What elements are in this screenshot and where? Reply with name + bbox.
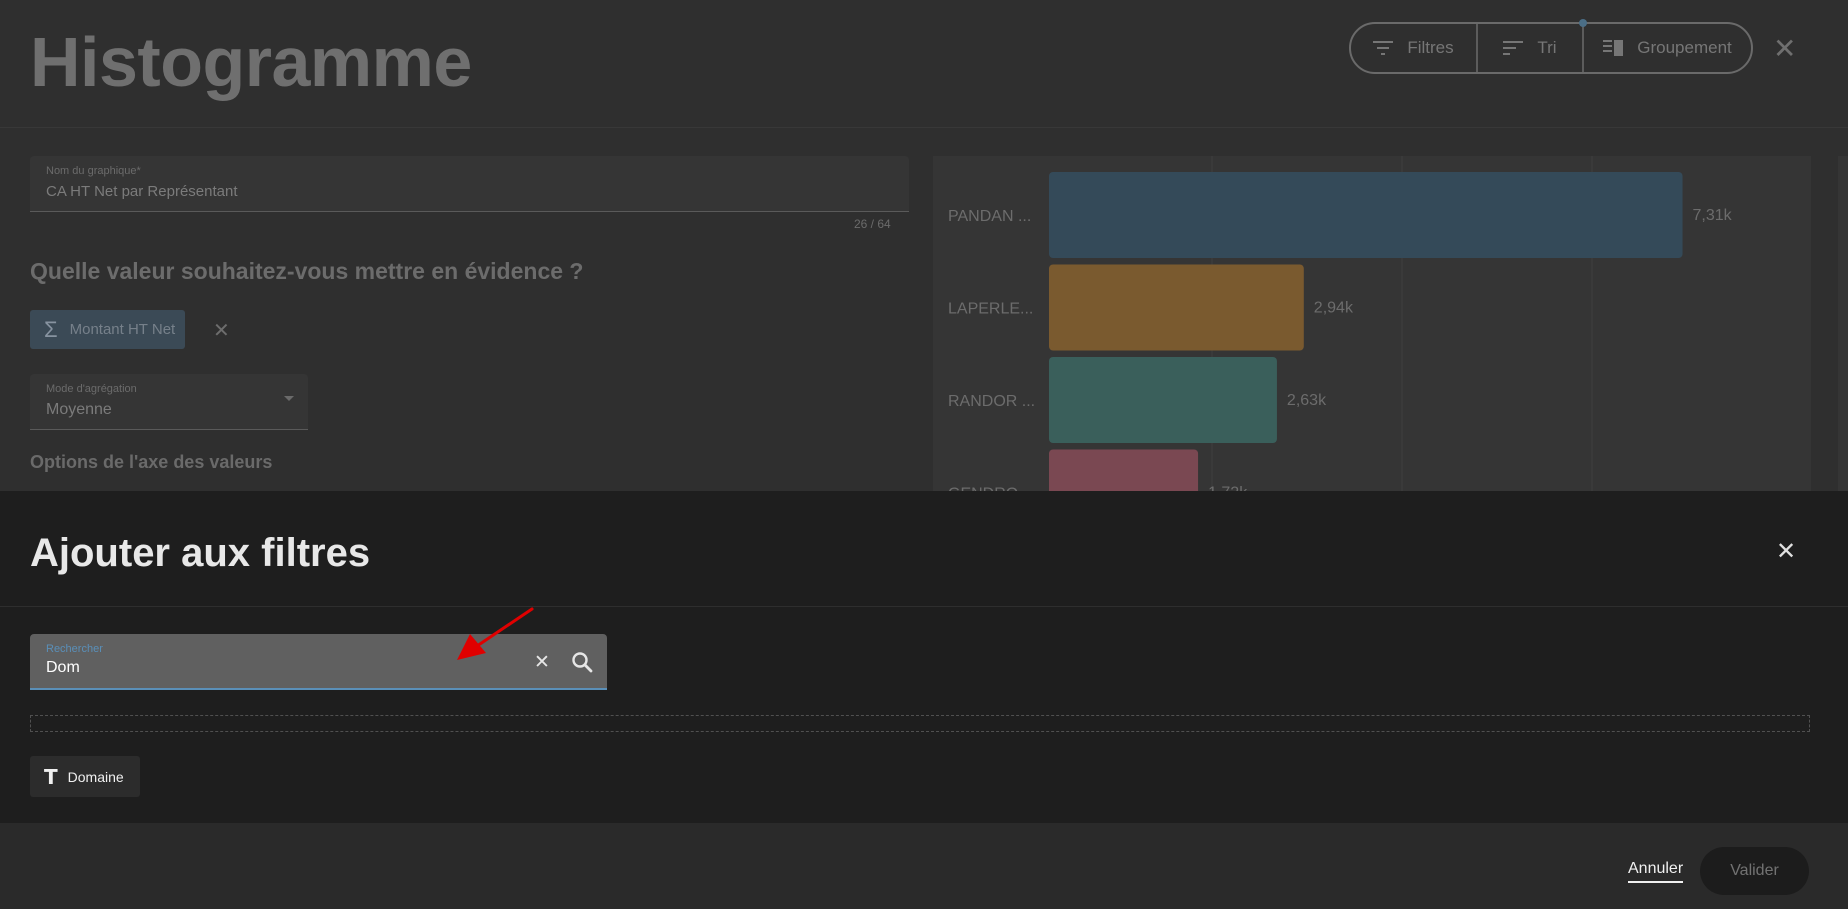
chart-name-label: Nom du graphique* [46,165,141,177]
value-question: Quelle valeur souhaitez-vous mettre en é… [30,258,584,284]
value-chip-label: Montant HT Net [69,321,176,338]
group-button[interactable]: Groupement [1584,24,1751,72]
footer-bar: Annuler Valider [0,823,1848,909]
filter-lines-icon [1373,41,1394,55]
sort-lines-icon [1503,41,1524,55]
header-divider [0,127,1848,128]
notification-dot [1579,19,1587,27]
sheet-title: Ajouter aux filtres [30,531,371,575]
value-label: 7,31k [1693,207,1733,224]
cancel-button[interactable]: Annuler [1628,860,1684,883]
chart-name-field[interactable]: Nom du graphique* CA HT Net par Représen… [30,156,909,212]
bar[interactable] [1049,172,1683,258]
grouping-icon [1603,40,1624,56]
filter-drop-zone[interactable] [30,715,1810,732]
page-title: Histogramme [30,23,472,101]
chart-name-value: CA HT Net par Représentant [46,183,238,200]
sheet-divider [0,606,1848,607]
editor-close-icon[interactable]: ✕ [1773,32,1796,65]
aggregation-value: Moyenne [46,401,112,418]
aggregation-label: Mode d'agrégation [46,383,137,395]
group-label: Groupement [1637,38,1732,57]
category-label: PANDAN ... [948,208,1031,225]
bar[interactable] [1049,449,1199,492]
filters-button[interactable]: Filtres [1351,24,1476,72]
sort-label: Tri [1537,38,1557,57]
chart-name-counter: 26 / 64 [854,217,891,231]
search-label: Rechercher [46,643,103,655]
annotation-arrow-icon [457,607,534,660]
value-label: 2,94k [1314,300,1354,317]
side-panel-edge [1838,156,1848,491]
result-field-label: Domaine [67,768,124,785]
clear-icon[interactable]: ✕ [534,651,550,674]
axis-options-heading: Options de l'axe des valeurs [30,452,273,472]
sigma-icon: Σ [44,316,58,342]
aggregation-select[interactable]: Mode d'agrégation Moyenne [30,374,308,430]
caret-down-icon [284,396,294,401]
category-label: LAPERLE... [948,301,1033,318]
bar[interactable] [1049,357,1277,443]
chart-preview: PANDAN ... 7,31k LAPERLE... 2,94k RANDOR ...… [933,156,1811,491]
bar-chart: PANDAN ... 7,31k LAPERLE... 2,94k RANDOR ...… [948,156,1733,492]
result-field-domaine[interactable]: T Domaine [30,756,140,797]
view-toolbar: Filtres Tri Groupement [1349,22,1753,74]
validate-button[interactable]: Valider [1700,847,1809,895]
value-label: 2,63k [1287,392,1327,409]
value-chip[interactable]: Σ Montant HT Net [30,310,185,349]
bar[interactable] [1049,264,1304,351]
search-icon[interactable] [571,651,593,673]
remove-value-icon[interactable]: ✕ [213,318,230,343]
filters-label: Filtres [1407,38,1454,57]
sort-button[interactable]: Tri [1476,24,1584,72]
text-type-icon: T [44,764,58,789]
close-icon[interactable]: ✕ [1773,538,1799,565]
search-input[interactable] [46,659,506,677]
category-label: RANDOR ... [948,393,1035,410]
